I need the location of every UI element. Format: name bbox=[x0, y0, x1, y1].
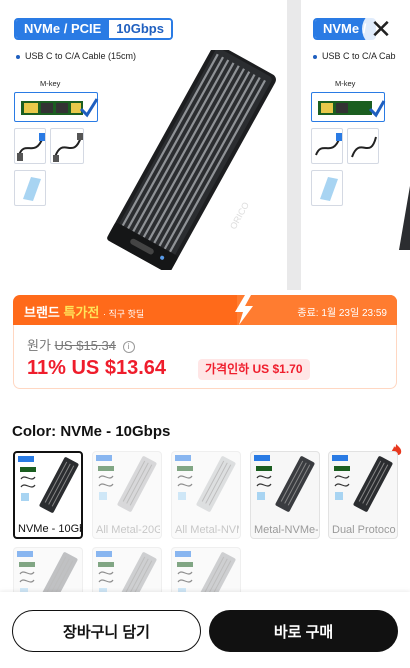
original-price: US $15.34 bbox=[54, 338, 116, 353]
promo-highlight: 특가전 bbox=[63, 305, 100, 320]
next-spec-line: USB C to C/A Cab bbox=[313, 51, 396, 61]
enclosure-product-image: ORICO bbox=[107, 50, 276, 270]
interface-tag: NVMe / PCIE 10Gbps bbox=[14, 18, 173, 40]
ssd-icon bbox=[21, 98, 99, 118]
discount-price: 11% US $13.64 bbox=[27, 357, 166, 379]
info-icon[interactable]: i bbox=[122, 341, 135, 353]
promo-direct: · 직구 핫딜 bbox=[103, 309, 145, 319]
image-carousel[interactable]: NVMe / PCIE 10Gbps USB C to C/A Cable (1… bbox=[0, 0, 410, 290]
next-mkey-label: M-key bbox=[335, 79, 356, 88]
color-option[interactable]: Metal-NVMe-20G bbox=[250, 451, 320, 539]
promo-banner: 브랜드 특가전 · 직구 핫딜 종료: 1월 23일 23:59 bbox=[13, 295, 397, 325]
color-option-label: Metal-NVMe-20G bbox=[254, 524, 318, 536]
add-to-cart-button[interactable]: 장바구니 담기 bbox=[12, 610, 201, 652]
next-thermal-pad-thumbnail bbox=[311, 170, 343, 206]
color-option-thumbnail bbox=[254, 455, 315, 512]
thermal-pad-icon bbox=[23, 177, 41, 201]
ssd-icon bbox=[318, 100, 386, 118]
product-sku-sheet: NVMe / PCIE 10Gbps USB C to C/A Cable (1… bbox=[0, 0, 410, 668]
color-selected-label: Color: NVMe - 10Gbps bbox=[12, 423, 171, 440]
bullet-icon bbox=[16, 54, 20, 59]
color-option[interactable]: Dual Protocol bbox=[328, 451, 398, 539]
original-price-row: 원가 US $15.34 i bbox=[27, 335, 135, 354]
color-option-label: Dual Protocol bbox=[332, 524, 396, 536]
color-option-thumbnail bbox=[175, 455, 236, 512]
color-option-thumbnail bbox=[96, 455, 157, 512]
interface-tag-label: NVMe / PCIE bbox=[16, 20, 110, 38]
next-spec-line-text: USB C to C/A Cab bbox=[322, 51, 396, 61]
product-logo: ORICO bbox=[228, 200, 251, 231]
promo-title: 브랜드 특가전 · 직구 핫딜 bbox=[24, 302, 144, 321]
price-drop-badge: 가격인하 US $1.70 bbox=[198, 359, 310, 380]
color-option-thumbnail bbox=[18, 456, 79, 513]
mkey-label: M-key bbox=[40, 79, 61, 88]
carousel-slide-next[interactable]: NVMe / USB C to C/A Cab M-key bbox=[301, 0, 410, 290]
color-option[interactable]: NVMe - 10Gbps bbox=[13, 451, 83, 539]
cable-thumbnail-1 bbox=[14, 128, 46, 164]
cable-thumbnail-2 bbox=[50, 128, 84, 164]
bottom-action-bar: 장바구니 담기 바로 구매 bbox=[0, 592, 410, 668]
next-cable-thumbnail-2 bbox=[347, 128, 379, 164]
original-price-label: 원가 bbox=[27, 338, 51, 353]
color-option-label: All Metal-NVMe bbox=[175, 524, 239, 536]
promo-end-time: 종료: 1월 23일 23:59 bbox=[297, 308, 387, 319]
thermal-pad-icon bbox=[320, 177, 338, 201]
color-option-label: NVMe - 10Gbps bbox=[18, 523, 81, 535]
thermal-pad-thumbnail bbox=[14, 170, 46, 206]
carousel-slide-main[interactable]: NVMe / PCIE 10Gbps USB C to C/A Cable (1… bbox=[0, 0, 287, 290]
buy-now-button[interactable]: 바로 구매 bbox=[209, 610, 398, 652]
usb-cable-icon bbox=[53, 133, 83, 162]
next-enclosure-image bbox=[399, 185, 410, 250]
color-option[interactable]: All Metal-NVMe bbox=[171, 451, 241, 539]
ssd-thumbnail bbox=[14, 92, 99, 122]
color-option-label: All Metal-20Gbps bbox=[96, 524, 160, 536]
usb-cable-icon bbox=[17, 133, 45, 161]
usb-cable-icon bbox=[315, 133, 342, 156]
lightning-icon bbox=[235, 295, 253, 325]
price-box: 원가 US $15.34 i 11% US $13.64 가격인하 US $1.… bbox=[13, 325, 397, 389]
color-option-thumbnail bbox=[332, 455, 393, 512]
next-ssd-thumbnail bbox=[311, 92, 386, 122]
bullet-icon bbox=[313, 54, 317, 59]
next-cable-thumbnail-1 bbox=[311, 128, 343, 164]
usb-cable-icon bbox=[351, 136, 377, 158]
close-button[interactable]: ✕ bbox=[362, 10, 400, 48]
color-option[interactable]: All Metal-20Gbps bbox=[92, 451, 162, 539]
promo-brand: 브랜드 bbox=[24, 305, 60, 320]
close-icon: ✕ bbox=[370, 14, 392, 44]
speed-tag-label: 10Gbps bbox=[109, 20, 171, 38]
